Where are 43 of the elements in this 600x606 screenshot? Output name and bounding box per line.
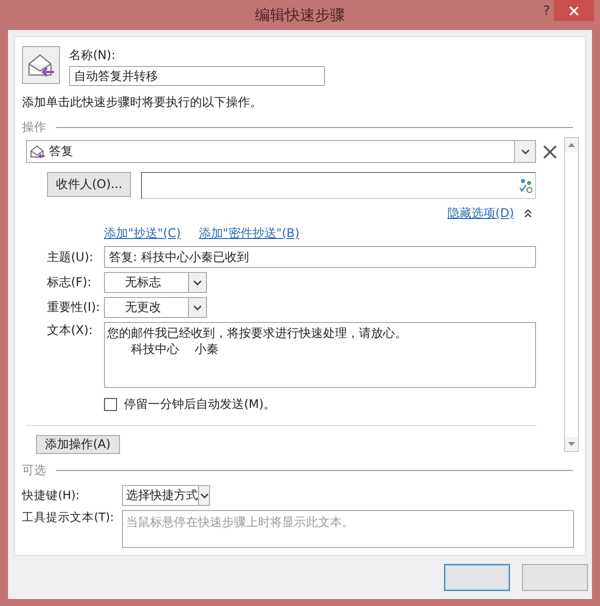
delete-icon[interactable] [543,145,557,159]
dropdown-caret-icon [520,148,530,154]
action-dropdown[interactable]: 答复 [26,140,536,163]
text-label: 文本(X): [47,322,94,339]
tooltip-label: 工具提示文本(T): [22,510,115,525]
importance-dropdown[interactable]: 无更改 [104,297,207,318]
shortcut-label: 快捷键(H): [22,488,80,503]
subject-field[interactable]: 答复: 科技中心小秦已收到 [104,246,536,268]
window-title: 编辑快速步骤 [255,6,345,24]
scrollbar[interactable] [564,137,579,452]
tooltip-field[interactable]: 当鼠标悬停在快速步骤上时将显示此文本。 [122,510,574,548]
instruction-text: 添加单击此快速步骤时将要执行的以下操作。 [22,94,263,111]
reply-envelope-icon [30,144,46,158]
flag-label: 标志(F): [47,274,92,291]
name-field[interactable]: 自动答复并转移 [69,66,325,86]
message-text-field[interactable]: 您的邮件我已经收到，将按要求进行快速处理，请放心。 科技中心 小秦 [104,322,536,388]
icon-picker-button[interactable] [22,46,60,84]
scroll-up-icon[interactable] [568,143,575,147]
default-button[interactable] [444,564,510,591]
importance-label: 重要性(I): [47,299,101,316]
hide-options-link[interactable]: 隐藏选项(D) [447,205,514,222]
add-bcc-link[interactable]: 添加"密件抄送"(B) [198,225,300,242]
add-action-button[interactable]: 添加操作(A) [36,435,120,454]
shortcut-dropdown[interactable]: 选择快捷方式 [122,485,210,506]
recipient-field[interactable] [141,172,536,199]
section-label: 可选 [22,462,46,479]
delay-send-label: 停留一分钟后自动发送(M)。 [124,396,276,413]
address-book-icon[interactable] [519,178,533,194]
name-label: 名称(N): [69,47,116,64]
subject-label: 主题(U): [47,248,94,266]
dropdown-caret-icon [200,492,208,498]
collapse-icon[interactable] [524,209,532,218]
section-label: 操作 [22,119,46,136]
flag-dropdown[interactable]: 无标志 [104,272,207,293]
dropdown-caret-icon [193,304,202,310]
dropdown-caret-icon [193,280,202,286]
recipient-button[interactable]: 收件人(O)... [47,172,132,197]
add-cc-link[interactable]: 添加"抄送"(C) [104,225,181,242]
scroll-down-icon[interactable] [568,442,575,446]
delay-send-checkbox[interactable] [104,398,117,411]
close-icon[interactable] [569,6,579,16]
help-button[interactable]: ? [543,4,550,19]
close-button[interactable] [554,0,594,21]
